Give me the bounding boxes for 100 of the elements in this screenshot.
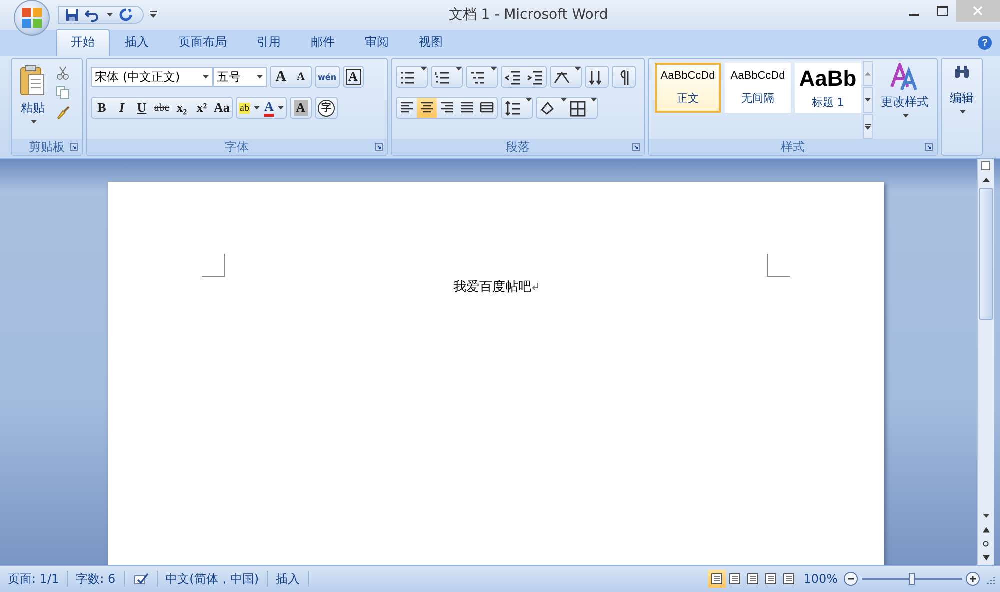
- close-icon: [973, 6, 983, 16]
- save-icon[interactable]: [65, 8, 79, 22]
- format-button[interactable]: x₂: [172, 98, 192, 118]
- zoom-slider-thumb[interactable]: [909, 573, 915, 586]
- zoom-level[interactable]: 100%: [798, 572, 844, 586]
- page-view-icon: [746, 573, 759, 586]
- font-name-field[interactable]: 宋体 (中文正文): [91, 67, 213, 87]
- zoom-in-button[interactable]: [966, 572, 980, 586]
- ribbon-tab[interactable]: 视图: [404, 29, 458, 56]
- up-arrow-icon: [982, 527, 990, 534]
- format-button[interactable]: x²: [192, 98, 212, 118]
- office-button[interactable]: [14, 0, 50, 36]
- character-border-button[interactable]: A: [346, 69, 361, 85]
- align-button[interactable]: [417, 98, 437, 118]
- dropdown-icon[interactable]: [960, 110, 966, 114]
- paragraph-mark-icon: [532, 283, 538, 292]
- grow-font-button[interactable]: A: [271, 67, 291, 87]
- ribbon-tab[interactable]: 邮件: [296, 29, 350, 56]
- up-arrow-icon: [865, 72, 871, 76]
- plus-icon: [969, 575, 977, 584]
- dropdown-icon[interactable]: [254, 106, 260, 110]
- insert-mode-status[interactable]: 插入: [268, 571, 310, 588]
- phonetic-guide-button[interactable]: wén: [316, 67, 339, 87]
- ribbon-tab[interactable]: 开始: [56, 29, 110, 56]
- format-button[interactable]: abe: [152, 98, 172, 118]
- language-status[interactable]: 中文(简体，中国): [158, 571, 268, 588]
- paste-button[interactable]: 粘贴: [16, 63, 50, 140]
- clipboard-icon: [20, 65, 46, 97]
- font-color-button[interactable]: A: [262, 98, 286, 118]
- undo-icon[interactable]: [85, 8, 99, 22]
- scissors-icon[interactable]: [56, 66, 70, 80]
- dialog-launcher-icon[interactable]: [375, 143, 383, 152]
- circle-icon: [983, 541, 989, 548]
- dialog-launcher-icon[interactable]: [632, 143, 640, 152]
- document-text: 我爱百度帖吧: [454, 279, 532, 294]
- group-label: 剪贴板: [29, 138, 65, 156]
- minimize-icon: [909, 14, 919, 16]
- highlight-button[interactable]: ab: [237, 98, 262, 118]
- group-label: 段落: [506, 138, 530, 156]
- ribbon-tab[interactable]: 插入: [110, 29, 164, 56]
- ribbon-tab[interactable]: 审阅: [350, 29, 404, 56]
- dropdown-icon[interactable]: [278, 106, 284, 110]
- ruler-toggle-icon[interactable]: [981, 161, 991, 172]
- ribbon-tab[interactable]: 页面布局: [164, 29, 242, 56]
- shrink-font-button[interactable]: A: [291, 67, 311, 87]
- group-label: 字体: [225, 138, 249, 156]
- dropdown-icon[interactable]: [107, 13, 113, 17]
- dropdown-icon[interactable]: [421, 67, 427, 71]
- format-button[interactable]: I: [112, 98, 132, 118]
- window-title: 文档 1 - Microsoft Word: [448, 6, 608, 24]
- scrollbar-thumb[interactable]: [979, 188, 993, 320]
- scroll-down-button[interactable]: [863, 87, 873, 113]
- page-view-icon: [728, 573, 741, 586]
- crop-mark: [767, 254, 790, 278]
- page-view-icon: [710, 573, 723, 586]
- format-button[interactable]: Aa: [212, 98, 232, 118]
- page-count[interactable]: 页面: 1/1: [0, 571, 68, 588]
- style-item[interactable]: AaBb 标题 1: [795, 63, 861, 113]
- enclose-character-button[interactable]: 字: [316, 98, 337, 118]
- dialog-launcher-icon[interactable]: [925, 143, 933, 152]
- style-item[interactable]: AaBbCcDd 无间隔: [725, 63, 791, 113]
- down-arrow-icon: [982, 514, 990, 518]
- align-icon: [400, 102, 414, 114]
- font-size-field[interactable]: 五号: [213, 67, 267, 87]
- change-styles-button[interactable]: 更改样式: [877, 61, 933, 140]
- dropdown-icon[interactable]: [203, 75, 209, 79]
- dropdown-icon[interactable]: [456, 67, 462, 71]
- align-icon: [420, 102, 434, 114]
- maximize-icon: [936, 6, 948, 16]
- dropdown-icon[interactable]: [257, 75, 263, 79]
- dropdown-icon[interactable]: [561, 98, 567, 102]
- redo-icon[interactable]: [119, 8, 133, 22]
- ribbon-tab[interactable]: 引用: [242, 29, 296, 56]
- align-icon: [460, 102, 474, 114]
- dropdown-icon[interactable]: [575, 67, 581, 71]
- dialog-launcher-icon[interactable]: [70, 143, 78, 152]
- help-button[interactable]: ?: [978, 36, 992, 50]
- style-item[interactable]: AaBbCcDd 正文: [655, 63, 721, 113]
- more-button[interactable]: [863, 114, 873, 140]
- view-button[interactable]: [708, 570, 726, 588]
- binoculars-icon: [954, 65, 970, 79]
- dropdown-icon[interactable]: [31, 120, 37, 124]
- dropdown-icon[interactable]: [903, 114, 909, 118]
- dropdown-icon[interactable]: [591, 98, 597, 102]
- proofing-icon[interactable]: [132, 572, 149, 586]
- customize-menu-icon[interactable]: [150, 11, 157, 19]
- crop-mark: [202, 254, 225, 278]
- align-icon: [440, 102, 454, 114]
- format-button[interactable]: U: [132, 98, 152, 118]
- letter-a-icon: [890, 63, 920, 91]
- dropdown-icon[interactable]: [491, 67, 497, 71]
- format-button[interactable]: B: [92, 98, 112, 118]
- more-arrow-icon: [865, 124, 871, 130]
- zoom-out-button[interactable]: [844, 572, 858, 586]
- word-count[interactable]: 字数: 6: [68, 571, 125, 588]
- brush-icon[interactable]: [56, 106, 70, 120]
- page-view-icon: [782, 573, 795, 586]
- dropdown-icon[interactable]: [526, 98, 532, 102]
- down-arrow-icon: [865, 98, 871, 102]
- page-view-icon: [764, 573, 777, 586]
